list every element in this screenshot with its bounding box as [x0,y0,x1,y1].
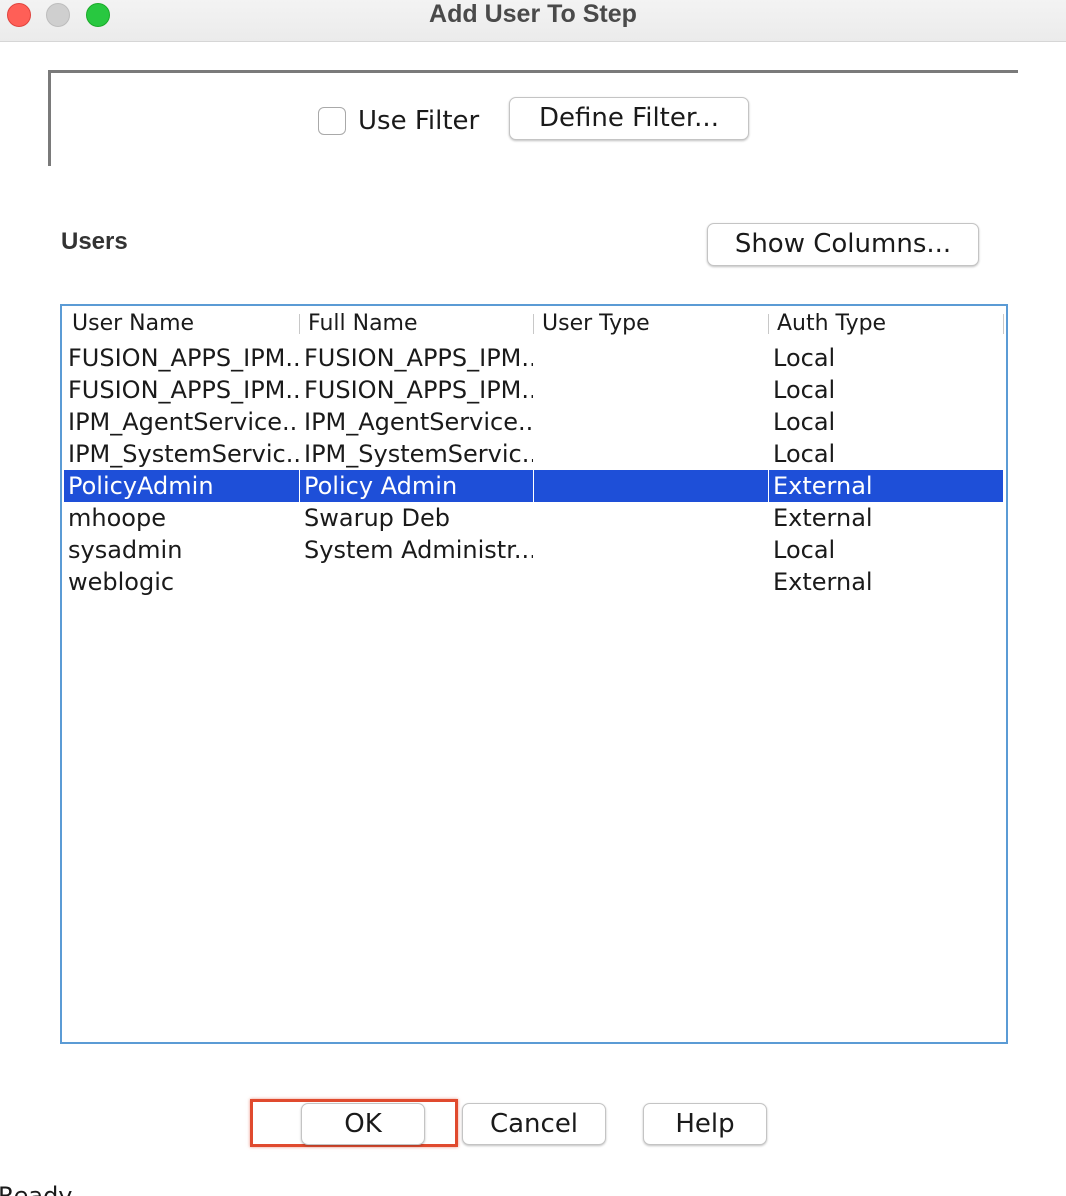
cell-user-type [534,406,768,438]
cell-full-name: IPM_AgentService... [304,408,533,436]
cell-auth-type: External [773,568,873,596]
cell-auth-type: External [773,504,873,532]
help-button[interactable]: Help [643,1103,767,1145]
cell-full-name: FUSION_APPS_IPM... [304,376,533,404]
cell-user-type [534,470,768,502]
table-row[interactable]: FUSION_APPS_IPM... FUSION_APPS_IPM... Loca… [62,374,1004,406]
column-divider[interactable] [1003,314,1004,334]
cell-user-name: FUSION_APPS_IPM... [68,344,299,372]
cell-user-name: FUSION_APPS_IPM... [68,376,299,404]
cell-user-name: sysadmin [68,536,183,564]
cell-user-name: IPM_AgentService... [68,408,299,436]
column-header-auth-type[interactable]: Auth Type [769,308,1003,338]
cell-user-type [534,438,768,470]
cell-user-name: mhoope [68,504,166,532]
status-text: Ready [0,1182,73,1196]
window-title: Add User To Step [429,0,637,28]
table-row[interactable]: sysadmin System Administr... Local [62,534,1004,566]
cell-auth-type: Local [773,440,836,468]
table-row[interactable]: PolicyAdmin Policy Admin External [62,470,1004,502]
cell-full-name: System Administr... [304,536,533,564]
table-row[interactable]: FUSION_APPS_IPM... FUSION_APPS_IPM... Loca… [62,342,1004,374]
cell-full-name [300,566,533,598]
cell-auth-type: Local [773,376,836,404]
use-filter-label[interactable]: Use Filter [358,104,479,138]
cell-full-name: FUSION_APPS_IPM... [304,344,533,372]
cell-user-name: weblogic [68,568,175,596]
cell-auth-type: Local [773,408,836,436]
ok-button[interactable]: OK [301,1103,425,1145]
cell-full-name: Swarup Deb [304,504,450,532]
cell-user-type [534,342,768,374]
column-header-user-name[interactable]: User Name [64,308,299,338]
table-row[interactable]: mhoope Swarup Deb External [62,502,1004,534]
cell-user-type [534,502,768,534]
users-section-label: Users [61,228,128,255]
cell-user-type [534,374,768,406]
define-filter-button[interactable]: Define Filter... [509,97,749,140]
table-header: User Name Full Name User Type Auth Type [62,306,1006,340]
users-table[interactable]: User Name Full Name User Type Auth Type … [60,304,1008,1044]
show-columns-button[interactable]: Show Columns... [707,223,979,266]
column-header-user-type[interactable]: User Type [534,308,768,338]
cell-user-name: PolicyAdmin [64,470,299,502]
cell-full-name: Policy Admin [300,470,533,502]
cell-auth-type: Local [773,536,836,564]
table-row[interactable]: weblogic External [62,566,1004,598]
cell-full-name: IPM_SystemServic... [304,440,533,468]
cell-user-type [534,534,768,566]
column-header-full-name[interactable]: Full Name [300,308,533,338]
cell-user-type [534,566,768,598]
cell-user-name: IPM_SystemServic... [68,440,299,468]
use-filter-checkbox[interactable] [318,107,346,135]
cell-auth-type: External [769,470,1003,502]
title-bar: Add User To Step [0,0,1066,42]
cell-auth-type: Local [773,344,836,372]
table-row[interactable]: IPM_SystemServic... IPM_SystemServic... Lo… [62,438,1004,470]
table-row[interactable]: IPM_AgentService... IPM_AgentService... Lo… [62,406,1004,438]
cancel-button[interactable]: Cancel [462,1103,606,1145]
